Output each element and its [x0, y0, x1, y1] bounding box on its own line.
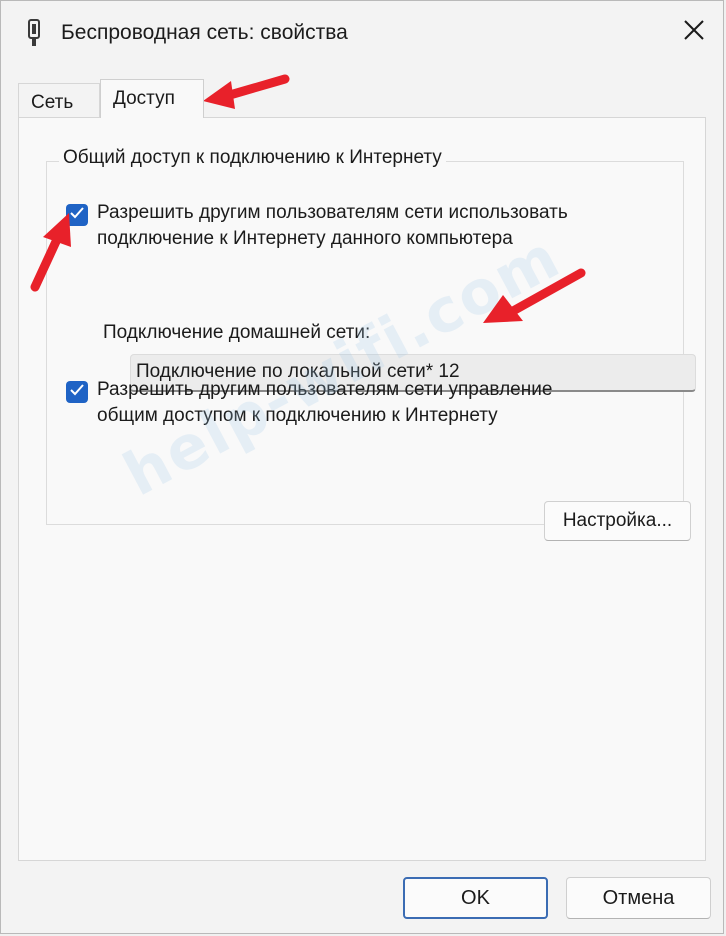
close-button[interactable]	[671, 9, 717, 55]
internet-sharing-group: Общий доступ к подключению к Интернету Р…	[46, 147, 696, 541]
group-legend: Общий доступ к подключению к Интернету	[59, 147, 446, 169]
dialog-footer: OK Отмена	[1, 861, 723, 933]
allow-control-label[interactable]: Разрешить другим пользователям сети упра…	[97, 377, 552, 429]
allow-use-label-line1: Разрешить другим пользователям сети испо…	[97, 202, 568, 223]
tab-network[interactable]: Сеть	[18, 83, 100, 117]
settings-button[interactable]: Настройка...	[544, 501, 691, 541]
wireless-adapter-icon	[25, 19, 43, 49]
tab-sharing[interactable]: Доступ	[100, 79, 204, 118]
allow-use-label[interactable]: Разрешить другим пользователям сети испо…	[97, 200, 568, 252]
title-bar: Беспроводная сеть: свойства	[1, 1, 723, 67]
window-title: Беспроводная сеть: свойства	[61, 21, 348, 44]
allow-control-label-line2: общим доступом к подключению к Интернету	[97, 405, 498, 426]
cancel-button[interactable]: Отмена	[566, 877, 711, 919]
properties-dialog: Беспроводная сеть: свойства Сеть Доступ …	[0, 0, 724, 934]
close-icon	[683, 19, 705, 46]
allow-control-label-line1: Разрешить другим пользователям сети упра…	[97, 379, 553, 400]
checkmark-icon	[69, 205, 85, 226]
home-network-label: Подключение домашней сети:	[103, 322, 371, 343]
tab-panel-sharing: Общий доступ к подключению к Интернету Р…	[18, 117, 706, 861]
checkmark-icon	[69, 382, 85, 403]
allow-control-checkbox[interactable]	[66, 381, 88, 403]
allow-use-checkbox[interactable]	[66, 204, 88, 226]
ok-button[interactable]: OK	[403, 877, 548, 919]
annotation-arrow-icon	[203, 74, 290, 109]
allow-use-label-line2: подключение к Интернету данного компьюте…	[97, 228, 513, 249]
